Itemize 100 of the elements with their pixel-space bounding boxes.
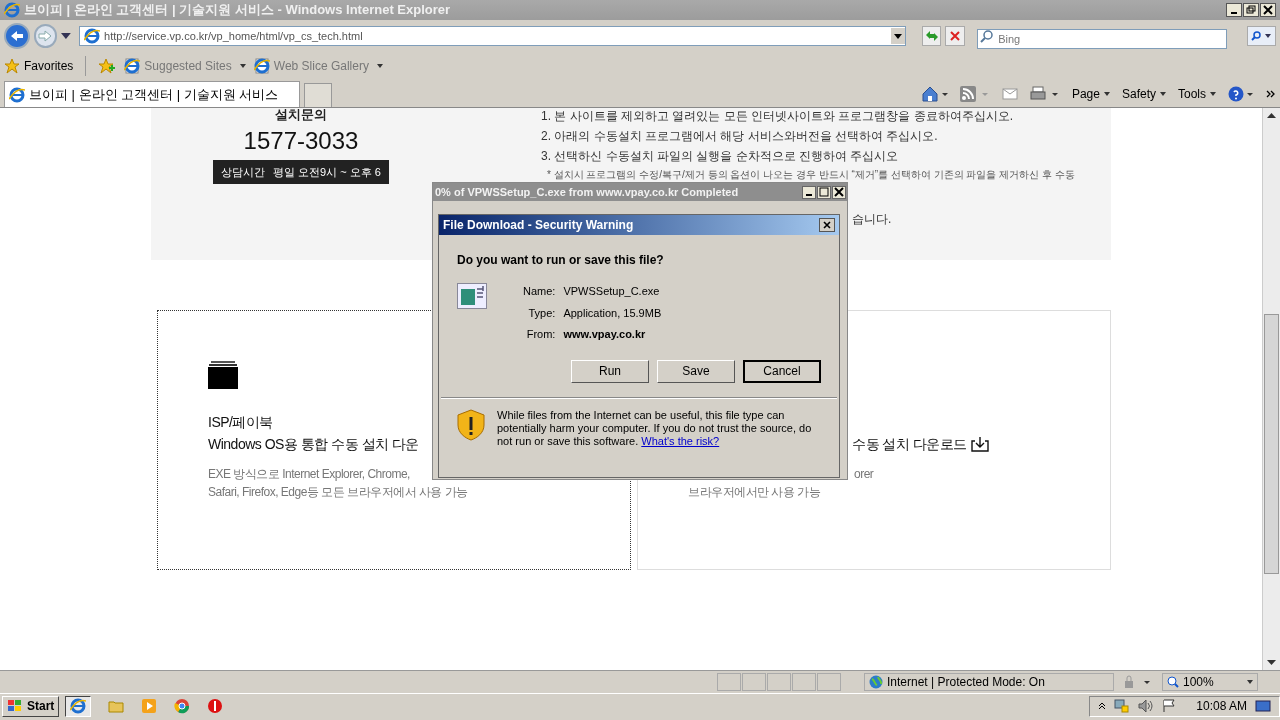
close-icon: [834, 187, 844, 197]
dialog-button[interactable]: Save: [657, 359, 735, 383]
ie-page-icon: [253, 58, 270, 74]
caret-icon: [1103, 92, 1110, 96]
dialog-title: File Download - Security Warning: [443, 217, 635, 234]
dialog-question: Do you want to run or save this file?: [457, 252, 665, 269]
status-panel: [792, 673, 816, 691]
card-description: EXE 방식으로 Internet Explorer, Chrome,: [208, 466, 410, 483]
taskbar-button[interactable]: [65, 695, 92, 717]
chrome-icon[interactable]: [174, 698, 191, 714]
search-button[interactable]: [1246, 26, 1276, 46]
chevron-up-icon[interactable]: [1098, 702, 1107, 710]
minimize-button[interactable]: [1226, 3, 1242, 17]
hours-label: 상담시간: [221, 164, 266, 180]
security-zone: Internet | Protected Mode: On: [887, 674, 1045, 691]
contact-title: 설치문의: [275, 108, 327, 122]
close-button[interactable]: [832, 185, 846, 199]
card-title: ISP/페이북: [208, 413, 273, 432]
instruction-text: 1. 본 사이트를 제외하고 열려있는 모든 인터넷사이트와 프로그램창을 종료하여주십시오.: [541, 108, 1014, 124]
home-icon[interactable]: [921, 86, 948, 102]
close-button[interactable]: [1260, 3, 1276, 17]
command-menu[interactable]: Page: [1071, 85, 1110, 103]
address-field[interactable]: http://service.vp.co.kr/vp_home/html/vp_cs_tech.html: [79, 26, 906, 46]
minimize-button[interactable]: [802, 185, 816, 199]
help-icon[interactable]: [1228, 86, 1254, 102]
field-label: From:: [525, 327, 556, 342]
ie-icon: [9, 86, 25, 103]
network-icon[interactable]: [1114, 698, 1131, 714]
zoom-button[interactable]: 100%: [1162, 673, 1258, 691]
maximize-button[interactable]: [817, 185, 831, 199]
browser-tab[interactable]: 브이피 | 온라인 고객센터 | 기술지원 서비스: [4, 81, 300, 107]
minimize-icon: [1231, 12, 1237, 14]
search-field[interactable]: Bing: [977, 29, 1227, 49]
globe-icon: [869, 675, 883, 689]
ie-page-icon: [124, 58, 141, 74]
zoom-icon: [1167, 676, 1179, 688]
card-description: 브라우저에서만 사용 가능: [688, 484, 821, 501]
close-button[interactable]: [819, 218, 835, 232]
ie-icon: [70, 698, 87, 714]
application-icon: [457, 283, 487, 309]
risk-link[interactable]: What's the risk?: [641, 434, 720, 447]
status-panel: [742, 673, 766, 691]
close-icon: [950, 31, 961, 41]
folder-stack-icon: [208, 361, 238, 389]
caret-icon: [1160, 92, 1166, 96]
dropdown-arrow-icon[interactable]: [61, 33, 72, 39]
card-subtitle: Windows OS용 통합 수동 설치 다운: [208, 435, 419, 454]
instruction-text: 3. 선택하신 수동설치 파일의 실행을 순차적으로 진행하여 주십시오: [541, 148, 900, 164]
field-label: Name:: [523, 284, 556, 299]
note-text: * 설치시 프로그램의 수정/복구/제거 등의 옵션이 나오는 경우 반드시 “제거”를 선택하여 기존의 파일을 제거하신 후 수동: [547, 168, 1075, 181]
refresh-button[interactable]: [921, 26, 942, 46]
window-title: 브이피 | 온라인 고객센터 | 기술지원 서비스 - Windows Internet Explorer: [24, 1, 452, 20]
instruction-text: 2. 아래의 수동설치 프로그램에서 해당 서비스와버전을 선택하여 주십시오.: [541, 128, 939, 144]
hours-text: 평일 오전9시 ~ 오후 6: [273, 164, 381, 180]
dialog-button[interactable]: Run: [571, 359, 649, 383]
caret-icon: [376, 64, 383, 68]
restore-button[interactable]: [1243, 3, 1259, 17]
forward-arrow-icon: [38, 30, 53, 42]
caret-icon: [239, 64, 246, 68]
feed-icon[interactable]: [959, 86, 990, 102]
start-button[interactable]: Start: [2, 695, 60, 717]
speaker-icon[interactable]: [1138, 699, 1155, 713]
address-text: http://service.vp.co.kr/vp_home/html/vp_cs_tech.html: [104, 28, 364, 44]
download-icon[interactable]: [970, 436, 989, 452]
back-button[interactable]: [4, 23, 30, 49]
chevron-icon[interactable]: [1266, 90, 1276, 98]
search-icon: [980, 29, 995, 43]
card-description: orer: [854, 466, 874, 483]
search-icon: [1251, 31, 1262, 41]
warning-shield-icon: [457, 408, 485, 441]
field-value: VPWSSetup_C.exe: [563, 284, 661, 299]
caret-icon: [1210, 92, 1216, 96]
note-text: 습니다.: [852, 211, 892, 228]
caret-icon: [1247, 680, 1253, 684]
refresh-arrows-icon: [924, 30, 939, 42]
flag-icon[interactable]: [1162, 699, 1177, 713]
card-description: Safari, Firefox, Edge등 모든 브라우저에서 사용 가능: [208, 484, 468, 501]
stop-sign-icon[interactable]: [207, 698, 224, 714]
status-panel: [717, 673, 741, 691]
star-icon: [4, 58, 20, 74]
favorites-button[interactable]: Favorites: [4, 57, 74, 75]
command-menu[interactable]: Safety: [1121, 85, 1166, 103]
status-panel: [817, 673, 841, 691]
stop-button[interactable]: [945, 26, 966, 46]
dialog-button[interactable]: Cancel: [743, 359, 821, 383]
status-panel: [767, 673, 791, 691]
show-desktop-icon[interactable]: [1255, 699, 1271, 713]
minimize-icon: [806, 194, 812, 196]
ie-icon: [84, 28, 101, 44]
close-icon: [823, 221, 831, 229]
printer-icon[interactable]: [1029, 86, 1060, 102]
card-subtitle: 수동 설치 다운로드: [852, 435, 967, 454]
close-icon: [1263, 5, 1273, 15]
back-arrow-icon: [9, 30, 24, 42]
maximize-icon: [819, 187, 829, 197]
ie-icon: [4, 2, 20, 18]
scrollbar[interactable]: [1262, 108, 1280, 670]
command-menu[interactable]: Tools: [1178, 85, 1216, 103]
download-window-title: 0% of VPWSSetup_C.exe from www.vpay.co.kr Completed: [435, 184, 740, 200]
scroll-thumb[interactable]: [1264, 314, 1279, 574]
